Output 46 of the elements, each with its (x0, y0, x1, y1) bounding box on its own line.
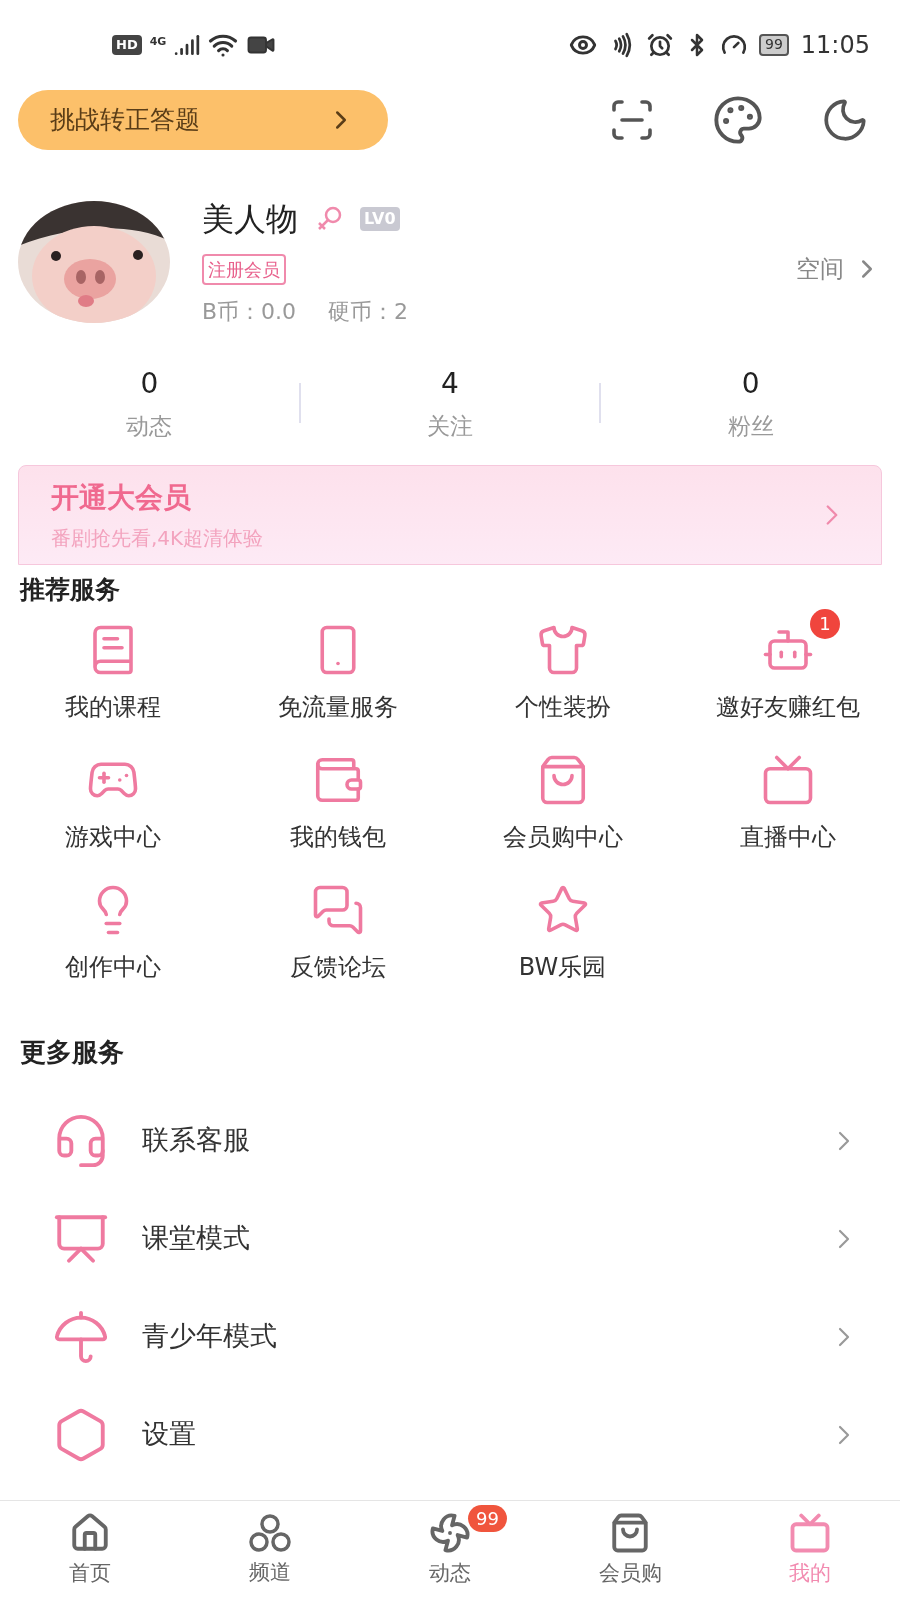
nav-tab[interactable]: 频道 (180, 1501, 360, 1600)
service-item[interactable]: 1 邀好友赚红包 (675, 608, 900, 725)
b-coin-balance: B币：0.0 (202, 298, 297, 326)
section-title: 推荐服务 (18, 574, 121, 606)
shopping-bag-icon (609, 1511, 651, 1554)
service-item[interactable]: 反馈论坛 (225, 868, 450, 985)
user-name: 美人物 (202, 199, 298, 240)
section-title: 更多服务 (19, 1035, 125, 1069)
vip-title: 开通大会员 (51, 480, 192, 516)
stat-item[interactable]: 0 粉丝 (601, 362, 900, 444)
service-item[interactable]: 直播中心 (675, 738, 900, 855)
hd-indicator: HD (112, 35, 142, 55)
signal-icon (174, 32, 201, 58)
stat-item[interactable]: 4 关注 (300, 362, 600, 444)
service-item[interactable]: 游戏中心 (0, 738, 225, 855)
service-item[interactable]: BW乐园 (450, 868, 675, 985)
three-circles-icon (248, 1512, 292, 1553)
battery-indicator: 99 (759, 34, 789, 56)
service-item[interactable]: 会员购中心 (450, 738, 675, 855)
palette-icon[interactable] (712, 94, 764, 146)
nav-tab[interactable]: 99 动态 (360, 1501, 540, 1600)
home-icon (69, 1511, 111, 1554)
clock-time: 11:05 (800, 30, 870, 61)
network-type: 4G (149, 34, 167, 50)
service-list-item[interactable]: 课堂模式 (0, 1189, 900, 1288)
service-item[interactable]: 我的钱包 (225, 738, 450, 855)
service-item[interactable]: 个性装扮 (450, 608, 675, 725)
service-list-item[interactable]: 青少年模式 (0, 1287, 900, 1386)
nav-tab[interactable]: 会员购 (540, 1501, 720, 1600)
quiz-challenge-button[interactable]: 挑战转正答题 (18, 90, 388, 150)
notification-badge: 1 (810, 608, 840, 639)
notification-badge: 99 (468, 1505, 507, 1532)
stat-item[interactable]: 0 动态 (0, 362, 299, 444)
tv-icon (789, 1511, 831, 1554)
service-item[interactable]: 我的课程 (0, 608, 225, 725)
alarm-clock-icon (647, 32, 673, 58)
nav-tab[interactable]: 首页 (0, 1501, 180, 1600)
member-tag: 注册会员 (202, 253, 286, 285)
service-list-item[interactable]: 联系客服 (0, 1091, 900, 1190)
vip-subtitle: 番剧抢先看,4K超清体验 (51, 525, 264, 552)
service-list-item[interactable]: 设置 (0, 1385, 900, 1484)
coin-balance: 硬币：2 (328, 298, 409, 326)
pinwheel-icon (429, 1511, 471, 1554)
service-item[interactable]: 免流量服务 (225, 608, 450, 725)
space-link[interactable]: 空间 (796, 251, 882, 287)
service-item[interactable]: 创作中心 (0, 868, 225, 985)
